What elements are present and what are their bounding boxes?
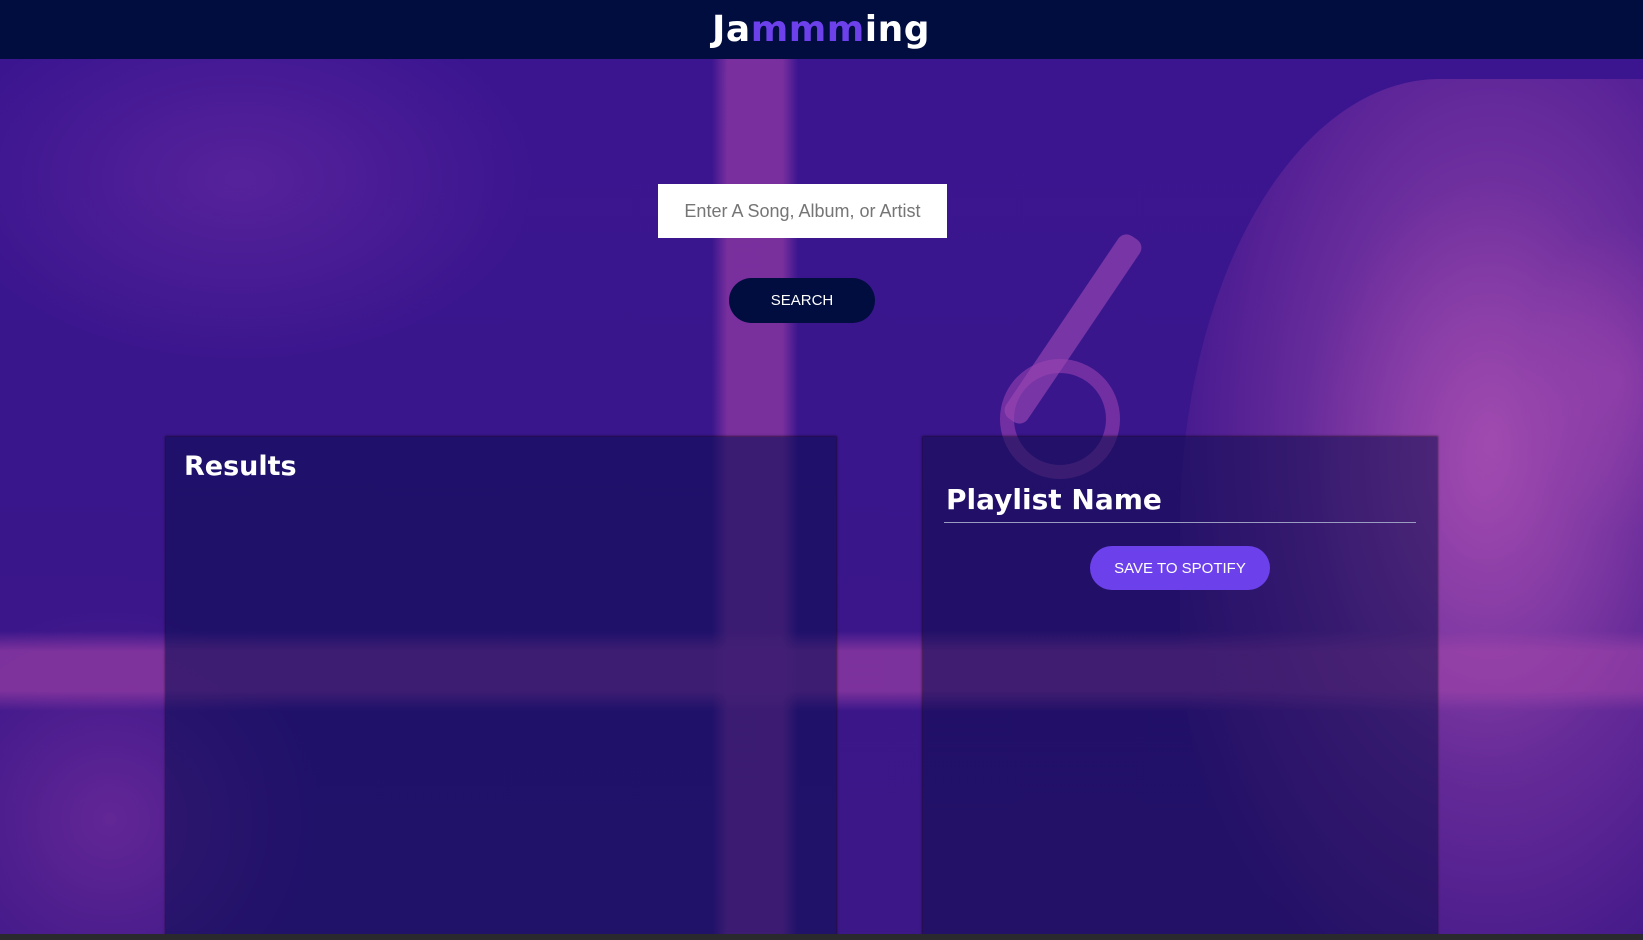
window-bottom-edge [0, 934, 1643, 940]
search-button[interactable]: SEARCH [729, 278, 875, 323]
results-panel: Results [166, 437, 836, 937]
save-to-spotify-button[interactable]: SAVE TO SPOTIFY [1090, 546, 1270, 590]
playlist-panel: SAVE TO SPOTIFY [923, 437, 1437, 937]
logo-prefix: Ja [712, 9, 751, 50]
search-input[interactable] [658, 184, 947, 238]
logo-suffix: ing [864, 9, 930, 50]
app-logo: Jammming [712, 9, 930, 50]
playlist-name-input[interactable] [944, 477, 1416, 523]
app-header: Jammming [0, 0, 1643, 59]
results-title: Results [184, 451, 297, 482]
logo-accent: mmm [750, 9, 865, 50]
